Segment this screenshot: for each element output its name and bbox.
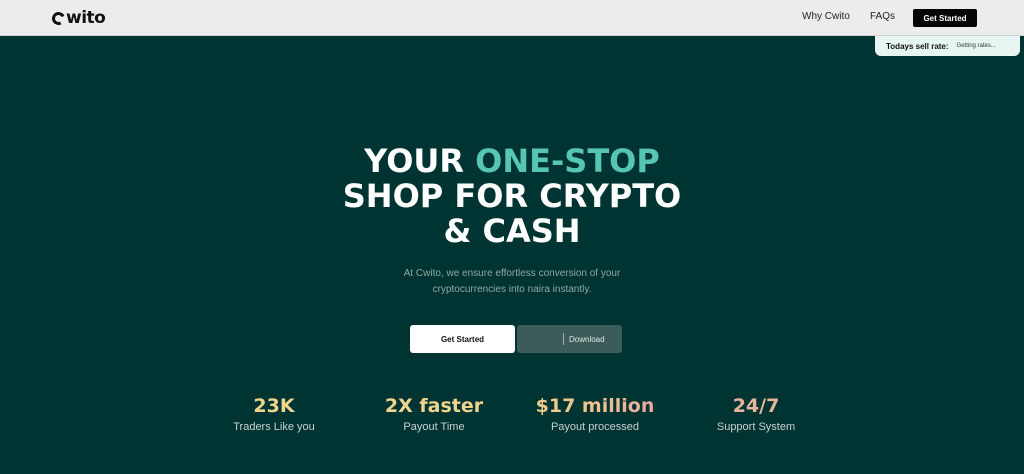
hero-line1-accent: ONE-STOP: [475, 142, 660, 180]
nav-link-faqs[interactable]: FAQs: [870, 11, 895, 22]
stat-traders: 23K Traders Like you: [189, 394, 359, 433]
stat-traders-value: 23K: [253, 395, 295, 417]
stat-payout-processed-value: $17 million: [510, 394, 680, 418]
stat-support-value: 24/7: [732, 395, 780, 417]
nav-link-why-cwito[interactable]: Why Cwito: [802, 11, 850, 22]
hero-line1-white: YOUR: [364, 142, 465, 180]
stat-support-label: Support System: [716, 421, 796, 433]
sell-rate-label: Todays sell rate:: [886, 41, 949, 51]
cwito-logo[interactable]: wito: [50, 8, 106, 28]
stat-payout-time-value: 2X faster: [384, 395, 484, 417]
stat-support: 24/7 Support System: [671, 394, 841, 433]
stat-payout-processed-label: Payout processed: [550, 421, 640, 433]
subtitle-line1: At Cwito, we ensure effortless conversio…: [403, 268, 621, 279]
top-navbar: wito Why Cwito FAQs Get Started: [0, 0, 1024, 36]
hero-line2: SHOP FOR CRYPTO: [342, 177, 682, 215]
download-label: Download: [569, 334, 605, 344]
sell-rate-value: Getting rates...: [956, 43, 996, 49]
download-button[interactable]: Download: [517, 325, 622, 353]
sell-rate-card: Todays sell rate: Getting rates...: [875, 36, 1020, 56]
hero-heading: YOUR ONE-STOP SHOP FOR CRYPTO & CASH: [262, 144, 762, 249]
stat-traders-label: Traders Like you: [233, 421, 315, 433]
get-started-button[interactable]: Get Started: [410, 325, 515, 353]
stat-payout-time-label: Payout Time: [403, 421, 465, 433]
stat-payout-processed: $17 million Payout processed: [510, 394, 680, 433]
stat-payout-time: 2X faster Payout Time: [349, 394, 519, 433]
nav-get-started-button[interactable]: Get Started: [913, 9, 977, 27]
logo-text: wito: [66, 8, 106, 28]
logo-c-icon: [50, 9, 67, 27]
hero-line3: & CASH: [443, 212, 581, 250]
download-divider: [563, 333, 564, 345]
hero-subtitle: At Cwito, we ensure effortless conversio…: [362, 266, 662, 298]
subtitle-line2: cryptocurrencies into naira instantly.: [432, 284, 592, 295]
